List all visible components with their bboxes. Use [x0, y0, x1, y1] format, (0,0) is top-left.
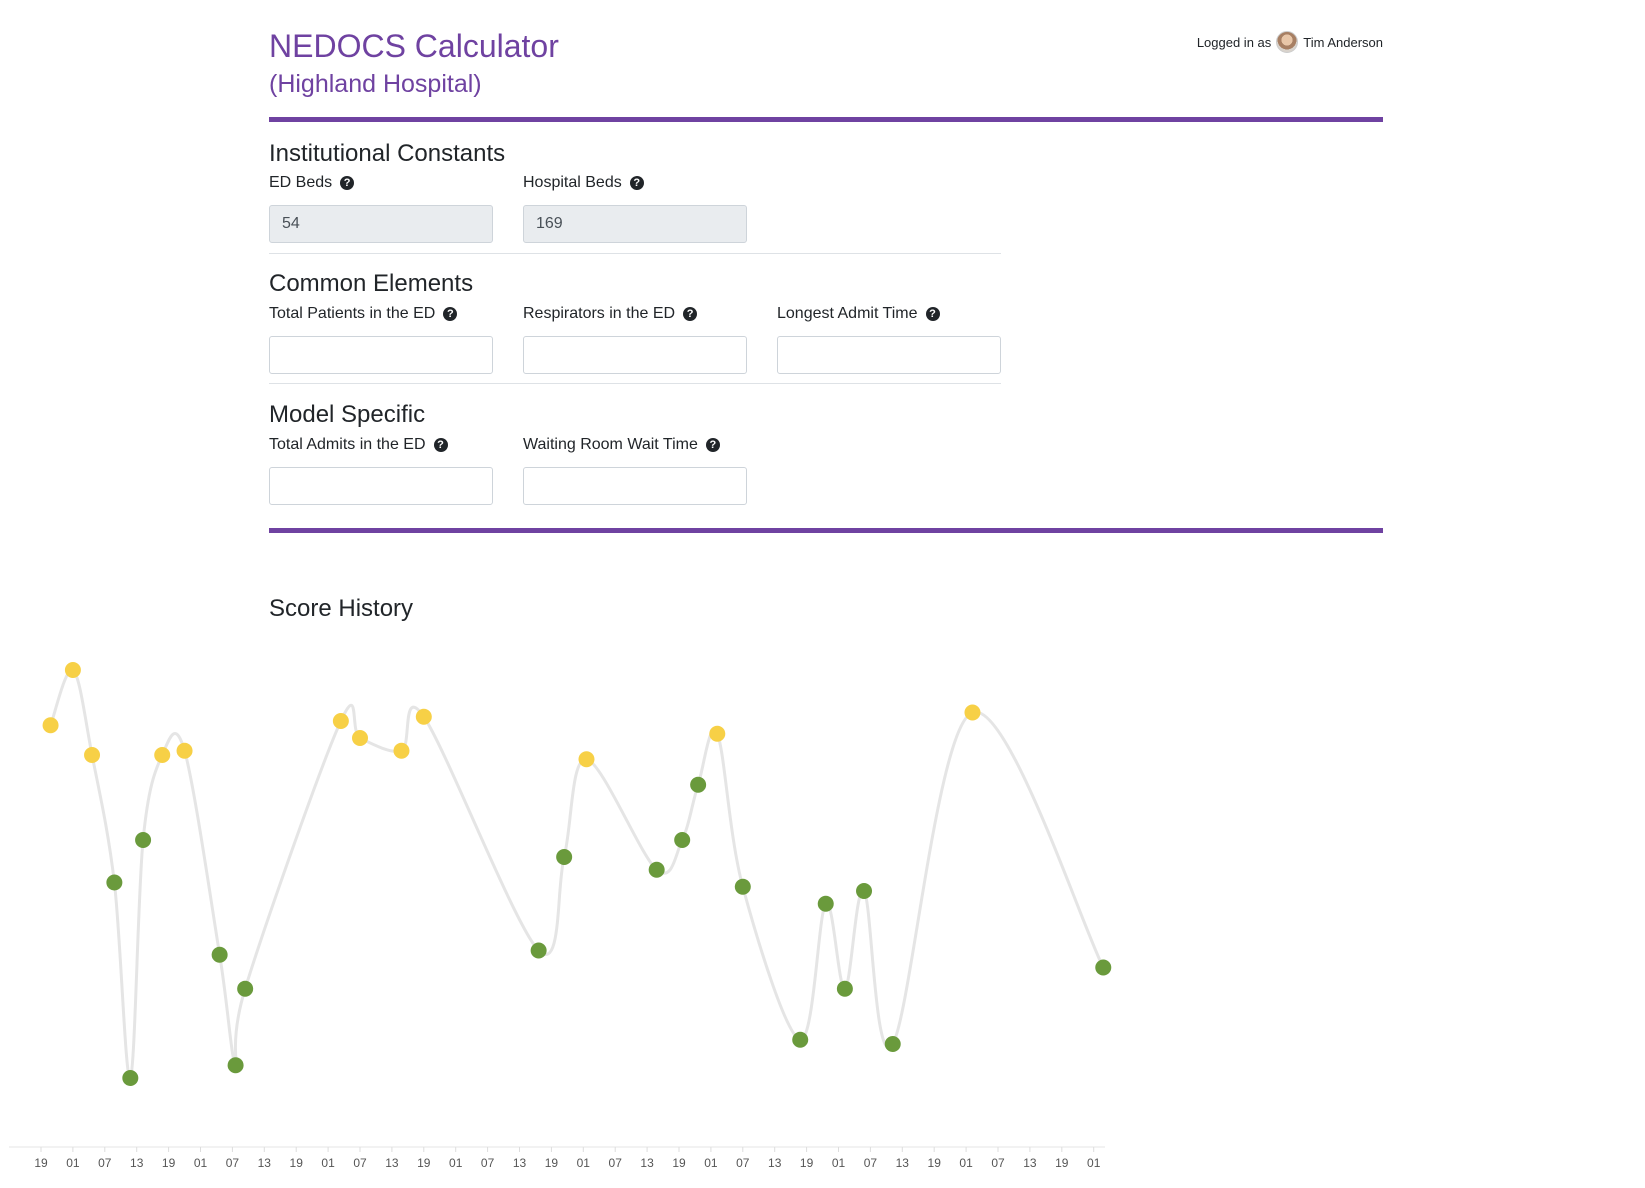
score-point[interactable]: [964, 704, 981, 721]
x-tick-label: 19: [928, 1156, 942, 1170]
x-tick-label: 13: [385, 1156, 399, 1170]
x-tick-label: 01: [832, 1156, 846, 1170]
score-point[interactable]: [415, 708, 432, 725]
x-tick-label: 13: [1023, 1156, 1037, 1170]
x-tick-label: 07: [864, 1156, 878, 1170]
x-tick-label: 07: [481, 1156, 495, 1170]
score-point[interactable]: [856, 883, 873, 899]
score-point[interactable]: [674, 832, 691, 848]
score-point[interactable]: [530, 942, 547, 959]
x-tick-label: 19: [800, 1156, 814, 1170]
x-tick-label: 01: [449, 1156, 463, 1170]
score-point[interactable]: [176, 742, 193, 759]
x-tick-label: 01: [66, 1156, 80, 1170]
score-point[interactable]: [106, 874, 123, 891]
x-tick-label: 07: [353, 1156, 367, 1170]
x-tick-label: 07: [226, 1156, 240, 1170]
x-tick-label: 07: [736, 1156, 750, 1170]
score-point[interactable]: [817, 895, 834, 912]
x-tick-label: 13: [130, 1156, 144, 1170]
score-point[interactable]: [64, 662, 81, 678]
score-history-chart: 19 01 07 13 19 01 07 13 19 01 07 13 19 01 07 13 19 01 07 13…: [9, 662, 1112, 1170]
score-point[interactable]: [648, 861, 665, 878]
x-tick-label: 13: [896, 1156, 910, 1170]
x-tick-label: 13: [640, 1156, 654, 1170]
x-tick-label: 01: [194, 1156, 208, 1170]
x-tick-label: 19: [34, 1156, 48, 1170]
x-tick-label: 07: [609, 1156, 623, 1170]
score-point[interactable]: [352, 730, 368, 746]
score-point[interactable]: [42, 717, 59, 734]
score-point[interactable]: [237, 980, 254, 997]
score-point[interactable]: [556, 849, 573, 865]
x-tick-label: 01: [1087, 1156, 1101, 1170]
x-tick-label: 19: [672, 1156, 686, 1170]
score-point[interactable]: [122, 1070, 139, 1086]
score-point[interactable]: [135, 832, 152, 848]
x-tick-label: 01: [321, 1156, 335, 1170]
score-point[interactable]: [836, 980, 853, 997]
x-tick-label: 19: [1055, 1156, 1069, 1170]
x-tick-label: 19: [290, 1156, 304, 1170]
x-tick-label: 13: [513, 1156, 527, 1170]
score-point[interactable]: [792, 1031, 809, 1048]
x-tick-label: 07: [991, 1156, 1005, 1170]
x-tick-label: 01: [959, 1156, 973, 1170]
score-point[interactable]: [709, 725, 726, 742]
score-point[interactable]: [734, 878, 751, 895]
x-tick-label: 19: [162, 1156, 176, 1170]
x-tick-label: 01: [577, 1156, 591, 1170]
score-point[interactable]: [690, 776, 707, 793]
score-line: [49, 668, 1105, 1080]
score-point[interactable]: [154, 747, 171, 763]
score-point[interactable]: [332, 713, 349, 729]
score-point[interactable]: [1095, 959, 1112, 976]
x-tick-label: 07: [98, 1156, 112, 1170]
score-point[interactable]: [578, 751, 595, 768]
x-tick-label: 19: [417, 1156, 431, 1170]
score-point[interactable]: [84, 747, 101, 763]
score-point[interactable]: [227, 1057, 244, 1074]
x-tick-label: 19: [545, 1156, 559, 1170]
x-tick-label: 13: [768, 1156, 782, 1170]
x-tick-label: 01: [704, 1156, 718, 1170]
x-tick-label: 13: [258, 1156, 272, 1170]
score-point[interactable]: [884, 1036, 901, 1052]
score-point[interactable]: [211, 946, 228, 963]
score-point[interactable]: [393, 742, 410, 759]
